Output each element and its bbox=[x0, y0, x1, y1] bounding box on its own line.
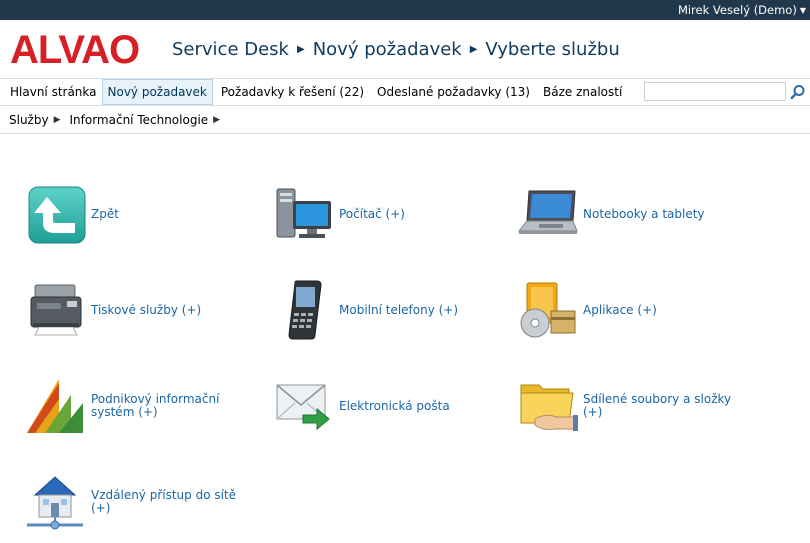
service-applications[interactable]: Aplikace (+) bbox=[517, 279, 733, 341]
crumb-it[interactable]: Informační Technologie bbox=[70, 113, 209, 127]
service-breadcrumb: Služby ▶ Informační Technologie ▶ bbox=[0, 106, 810, 134]
email-icon bbox=[276, 384, 330, 431]
service-label: Podnikový informační systém (+) bbox=[91, 392, 220, 419]
service-label: Elektronická pošta bbox=[339, 398, 450, 413]
mobile-phone-icon bbox=[288, 280, 322, 340]
remote-network-icon bbox=[27, 476, 83, 530]
service-printing[interactable]: Tiskové služby (+) bbox=[25, 279, 241, 341]
computer-icon bbox=[276, 188, 331, 238]
crumb-services[interactable]: Služby bbox=[9, 113, 49, 127]
search-icon[interactable] bbox=[790, 84, 806, 100]
service-label: Počítač (+) bbox=[339, 206, 405, 221]
tab-requests-to-solve[interactable]: Požadavky k řešení (22) bbox=[213, 79, 369, 105]
service-label: Zpět bbox=[91, 206, 119, 221]
crumb-select-service: Vyberte službu bbox=[485, 38, 620, 60]
tab-home[interactable]: Hlavní stránka bbox=[0, 79, 102, 105]
svg-text:ALVAO: ALVAO bbox=[10, 30, 139, 68]
laptop-icon bbox=[517, 190, 578, 234]
service-label: Aplikace (+) bbox=[583, 302, 657, 317]
service-remote-access[interactable]: Vzdálený přístup do sítě (+) bbox=[25, 471, 241, 533]
applications-icon bbox=[520, 282, 576, 338]
printer-icon bbox=[30, 284, 82, 336]
service-computer[interactable]: Počítač (+) bbox=[273, 183, 489, 245]
service-email[interactable]: Elektronická pošta bbox=[273, 375, 489, 437]
crumb-service-desk[interactable]: Service Desk bbox=[172, 39, 289, 60]
header: ALVAO Service Desk ▶ Nový požadavek ▶ Vy… bbox=[0, 20, 810, 78]
chevron-down-icon: ▼ bbox=[799, 5, 806, 15]
service-mobile-phones[interactable]: Mobilní telefony (+) bbox=[273, 279, 489, 341]
service-label: Vzdálený přístup do sítě (+) bbox=[91, 488, 237, 515]
tab-new-request[interactable]: Nový požadavek bbox=[101, 79, 213, 105]
service-label: Notebooky a tablety bbox=[583, 206, 705, 221]
chevron-right-icon: ▶ bbox=[213, 114, 221, 125]
service-back[interactable]: Zpět bbox=[25, 183, 241, 245]
service-laptops[interactable]: Notebooky a tablety bbox=[517, 183, 733, 245]
service-label: Sdílené soubory a složky (+) bbox=[583, 392, 732, 419]
chevron-right-icon: ▶ bbox=[53, 114, 61, 125]
service-label: Mobilní telefony (+) bbox=[339, 302, 459, 317]
tab-sent-requests[interactable]: Odeslané požadavky (13) bbox=[369, 79, 535, 105]
page-breadcrumb: Service Desk ▶ Nový požadavek ▶ Vyberte … bbox=[172, 39, 620, 60]
chevron-right-icon: ▶ bbox=[469, 43, 478, 55]
crumb-new-request[interactable]: Nový požadavek bbox=[313, 39, 462, 60]
shared-folder-icon bbox=[520, 384, 578, 431]
tab-knowledge-base[interactable]: Báze znalostí bbox=[535, 79, 627, 105]
user-menu[interactable]: Mirek Veselý (Demo) ▼ bbox=[678, 3, 806, 17]
back-arrow-icon bbox=[28, 186, 86, 244]
top-bar: Mirek Veselý (Demo) ▼ bbox=[0, 0, 810, 20]
user-name: Mirek Veselý (Demo) bbox=[677, 3, 797, 17]
erp-chart-icon bbox=[27, 379, 83, 433]
alvao-logo[interactable]: ALVAO bbox=[10, 30, 158, 68]
service-label: Tiskové služby (+) bbox=[91, 302, 202, 317]
top-navigation: Hlavní stránka Nový požadavek Požadavky … bbox=[0, 78, 810, 106]
service-erp[interactable]: Podnikový informační systém (+) bbox=[25, 375, 241, 437]
chevron-right-icon: ▶ bbox=[296, 43, 305, 55]
search-input[interactable] bbox=[644, 82, 786, 101]
service-shared-files[interactable]: Sdílené soubory a složky (+) bbox=[517, 375, 733, 437]
